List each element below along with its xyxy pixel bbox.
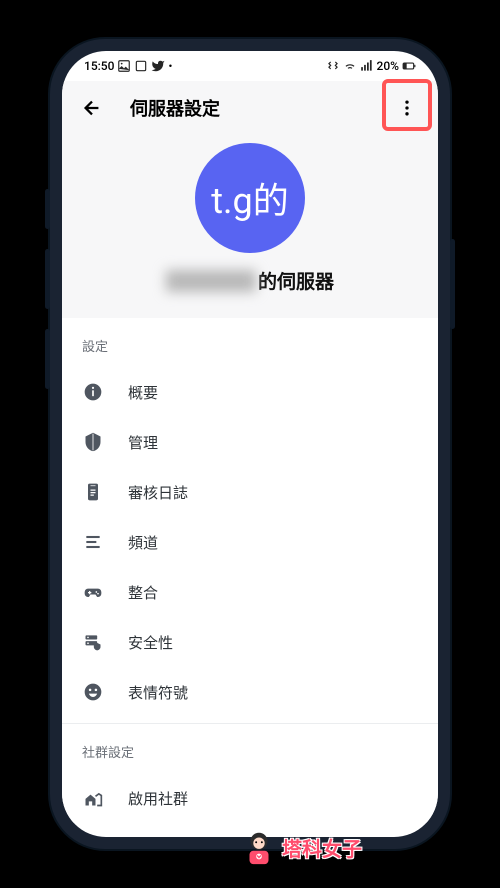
settings-item-overview[interactable]: 概要 — [62, 367, 438, 417]
app-bar: 伺服器設定 — [62, 81, 438, 135]
settings-item-channels[interactable]: 頻道 — [62, 517, 438, 567]
item-label: 整合 — [128, 582, 158, 603]
community-icon — [82, 787, 104, 809]
battery-percent: 20% — [377, 59, 399, 73]
server-header: t.g的 的伺服器 — [62, 135, 438, 318]
community-list: 啟用社群 — [62, 773, 438, 823]
phone-button — [450, 239, 455, 329]
item-label: 管理 — [128, 432, 158, 453]
item-label: 審核日誌 — [128, 482, 188, 503]
watermark-text: 塔科女子 — [282, 833, 362, 862]
settings-item-enable-community[interactable]: 啟用社群 — [62, 773, 438, 823]
clipboard-icon — [82, 481, 104, 503]
section-header-settings: 設定 — [62, 318, 438, 367]
image-icon — [117, 59, 131, 73]
section-header-community: 社群設定 — [62, 724, 438, 773]
signal-icon — [360, 59, 374, 73]
server-name-suffix: 的伺服器 — [258, 267, 334, 294]
server-name: 的伺服器 — [166, 267, 334, 294]
shield-icon — [82, 431, 104, 453]
phone-button — [45, 329, 50, 389]
status-bar: 15:50 • 20% — [62, 51, 438, 81]
avatar-text: t.g的 — [211, 172, 289, 224]
emoji-icon — [82, 681, 104, 703]
settings-item-moderation[interactable]: 管理 — [62, 417, 438, 467]
more-options-button[interactable] — [386, 87, 428, 129]
wifi-icon — [343, 59, 357, 73]
back-button[interactable] — [74, 90, 110, 126]
item-label: 表情符號 — [128, 682, 188, 703]
phone-button — [45, 249, 50, 309]
settings-list: 概要 管理 審核日誌 頻道 — [62, 367, 438, 717]
arrow-left-icon — [81, 97, 103, 119]
item-label: 頻道 — [128, 532, 158, 553]
watermark-avatar-icon — [240, 828, 278, 866]
redacted-text — [166, 270, 256, 292]
more-indicator: • — [168, 60, 172, 73]
phone-frame: 15:50 • 20% 伺服器設定 — [50, 39, 450, 849]
gallery-icon — [134, 59, 148, 73]
info-icon — [82, 381, 104, 403]
item-label: 安全性 — [128, 632, 173, 653]
battery-icon — [402, 59, 416, 73]
settings-item-security[interactable]: 安全性 — [62, 617, 438, 667]
twitter-icon — [151, 59, 165, 73]
list-icon — [82, 531, 104, 553]
item-label: 概要 — [128, 382, 158, 403]
settings-item-emoji[interactable]: 表情符號 — [62, 667, 438, 717]
settings-item-audit-log[interactable]: 審核日誌 — [62, 467, 438, 517]
gamepad-icon — [82, 581, 104, 603]
page-title: 伺服器設定 — [130, 95, 220, 121]
item-label: 啟用社群 — [128, 788, 188, 809]
status-time: 15:50 — [84, 59, 114, 73]
screen: 15:50 • 20% 伺服器設定 — [62, 51, 438, 837]
server-shield-icon — [82, 631, 104, 653]
more-vertical-icon — [397, 98, 417, 118]
vibrate-icon — [326, 59, 340, 73]
phone-button — [45, 189, 50, 229]
server-avatar[interactable]: t.g的 — [195, 143, 305, 253]
settings-item-integrations[interactable]: 整合 — [62, 567, 438, 617]
watermark: 塔科女子 — [240, 828, 362, 866]
